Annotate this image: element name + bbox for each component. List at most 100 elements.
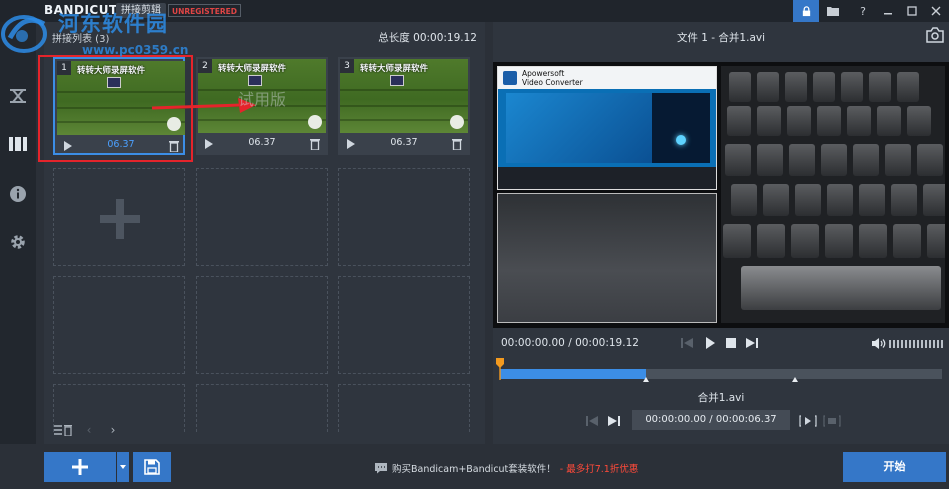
keyboard-key [827,184,853,216]
app-title-line2: Video Converter [522,78,583,87]
segment-marker[interactable] [792,377,798,382]
keyboard-key [789,144,815,176]
stop-icon[interactable] [724,337,738,349]
skip-end-icon[interactable] [745,337,759,349]
clip-item-1[interactable]: 转转大师录屏软件 1 06.37 [53,57,185,155]
keyboard-key [841,72,863,102]
add-file-button[interactable] [44,452,116,482]
empty-cell [196,168,328,266]
clip-number: 3 [340,59,354,73]
clear-list-icon [54,425,72,436]
film-strip-icon [9,137,27,151]
keyboard-key [795,184,821,216]
minimize-button[interactable] [875,0,901,22]
keyboard-key [877,106,901,136]
clip-grid: 转转大师录屏软件 1 06.37 转转大师录屏软件 2 06.37 转转大师录屏… [53,57,473,433]
gear-icon [11,235,25,249]
cut-icon [10,89,26,103]
clip-duration: 06.37 [248,137,276,148]
empty-cell [338,168,470,266]
clip-number: 1 [57,61,71,75]
clip-item-2[interactable]: 转转大师录屏软件 2 06.37 [196,57,328,155]
playback-time: 00:00:00.00 / 00:00:19.12 [501,337,639,349]
keyboard-key [727,106,751,136]
sidebar-item-info[interactable] [6,182,30,206]
mark-out-icon[interactable] [823,415,841,427]
play-icon[interactable] [703,337,717,349]
save-project-button[interactable] [133,452,171,482]
keyboard-key [859,184,885,216]
empty-cell [53,276,185,374]
site-logo-icon [1,15,47,53]
add-clip-cell[interactable] [53,168,185,266]
folder-button[interactable] [820,0,846,22]
help-button[interactable]: ? [850,0,876,22]
plus-icon [72,459,88,475]
chevron-left-icon: ‹ [86,423,92,437]
keyboard-key [885,144,911,176]
empty-cell [196,276,328,374]
unregistered-badge-label: UNREGISTERED [172,7,237,16]
keyboard-key [897,72,919,102]
clip-caption: 转转大师录屏软件 [77,66,146,76]
preview-panel: 文件 1 - 合并1.avi Apowersoft Video Converter… [493,22,949,444]
start-button[interactable]: 开始 [843,452,946,482]
app-logo-icon [503,71,517,85]
trash-icon[interactable] [310,138,320,150]
unregistered-badge[interactable]: UNREGISTERED [168,4,241,17]
clip-thumbnail: 转转大师录屏软件 [340,59,468,133]
volume-slider[interactable] [889,340,944,348]
add-file-dropdown[interactable] [117,452,129,482]
clip-item-3[interactable]: 转转大师录屏软件 3 06.37 [338,57,470,155]
minimize-icon [884,13,892,15]
promo-text: 购买Bandicam+Bandicut套装软件！ [392,464,556,475]
segment-marker[interactable] [643,377,649,382]
timeline-progress [500,369,646,379]
skip-start-icon[interactable] [680,337,694,349]
segment-end-icon[interactable] [607,415,621,427]
keyboard-key [725,144,751,176]
timeline-track[interactable] [500,369,942,382]
site-watermark-text: 河东软件园 [58,12,168,36]
close-button[interactable] [923,0,949,22]
clear-list-button[interactable] [53,422,73,438]
segment-controls: 00:00:00.00 / 00:00:06.37 [493,408,949,434]
segment-start-icon[interactable] [585,415,599,427]
clip-thumbnail: 转转大师录屏软件 [57,61,185,135]
keyboard-key [757,224,785,258]
volume-icon[interactable] [872,338,886,349]
segment-time: 00:00:00.00 / 00:00:06.37 [632,410,790,430]
sidebar-item-settings[interactable] [6,230,30,254]
empty-cell [338,276,470,374]
prev-page-button[interactable]: ‹ [82,422,96,438]
video-quadrant-keyboard [721,66,945,323]
video-preview[interactable]: Apowersoft Video Converter [493,62,949,328]
mark-in-icon[interactable] [799,415,817,427]
lock-button[interactable] [793,0,819,22]
clip-list-panel: 拼接列表 (3) 总长度 00:00:19.12 转转大师录屏软件 1 06.3… [44,22,485,444]
site-watermark-url: www.pc0359.cn [82,43,189,57]
keyboard-key [847,106,871,136]
playhead-icon[interactable] [496,358,504,380]
trash-icon[interactable] [452,138,462,150]
keyboard-key [917,144,943,176]
keyboard-key [757,72,779,102]
next-page-button[interactable]: › [106,422,120,438]
sidebar-item-cut[interactable] [6,84,30,108]
keyboard-key [813,72,835,102]
clip-list-footer: ‹ › [44,417,485,444]
clip-caption: 转转大师录屏软件 [218,64,287,74]
video-quadrant-laptop [497,193,717,323]
keyboard-key [923,184,945,216]
total-length: 总长度 00:00:19.12 [378,32,477,44]
trash-icon[interactable] [169,140,179,152]
promo-banner[interactable]: 购买Bandicam+Bandicut套装软件！ - 最多打7.1折优惠 [374,461,638,475]
sidebar-item-join[interactable] [6,132,30,156]
keyboard-key [907,106,931,136]
keyboard-key [791,224,819,258]
timeline[interactable] [493,358,949,382]
camera-icon[interactable] [925,27,945,43]
app-title-line1: Apowersoft [522,69,565,78]
maximize-button[interactable] [899,0,925,22]
segment-name: 合并1.avi [697,392,745,404]
